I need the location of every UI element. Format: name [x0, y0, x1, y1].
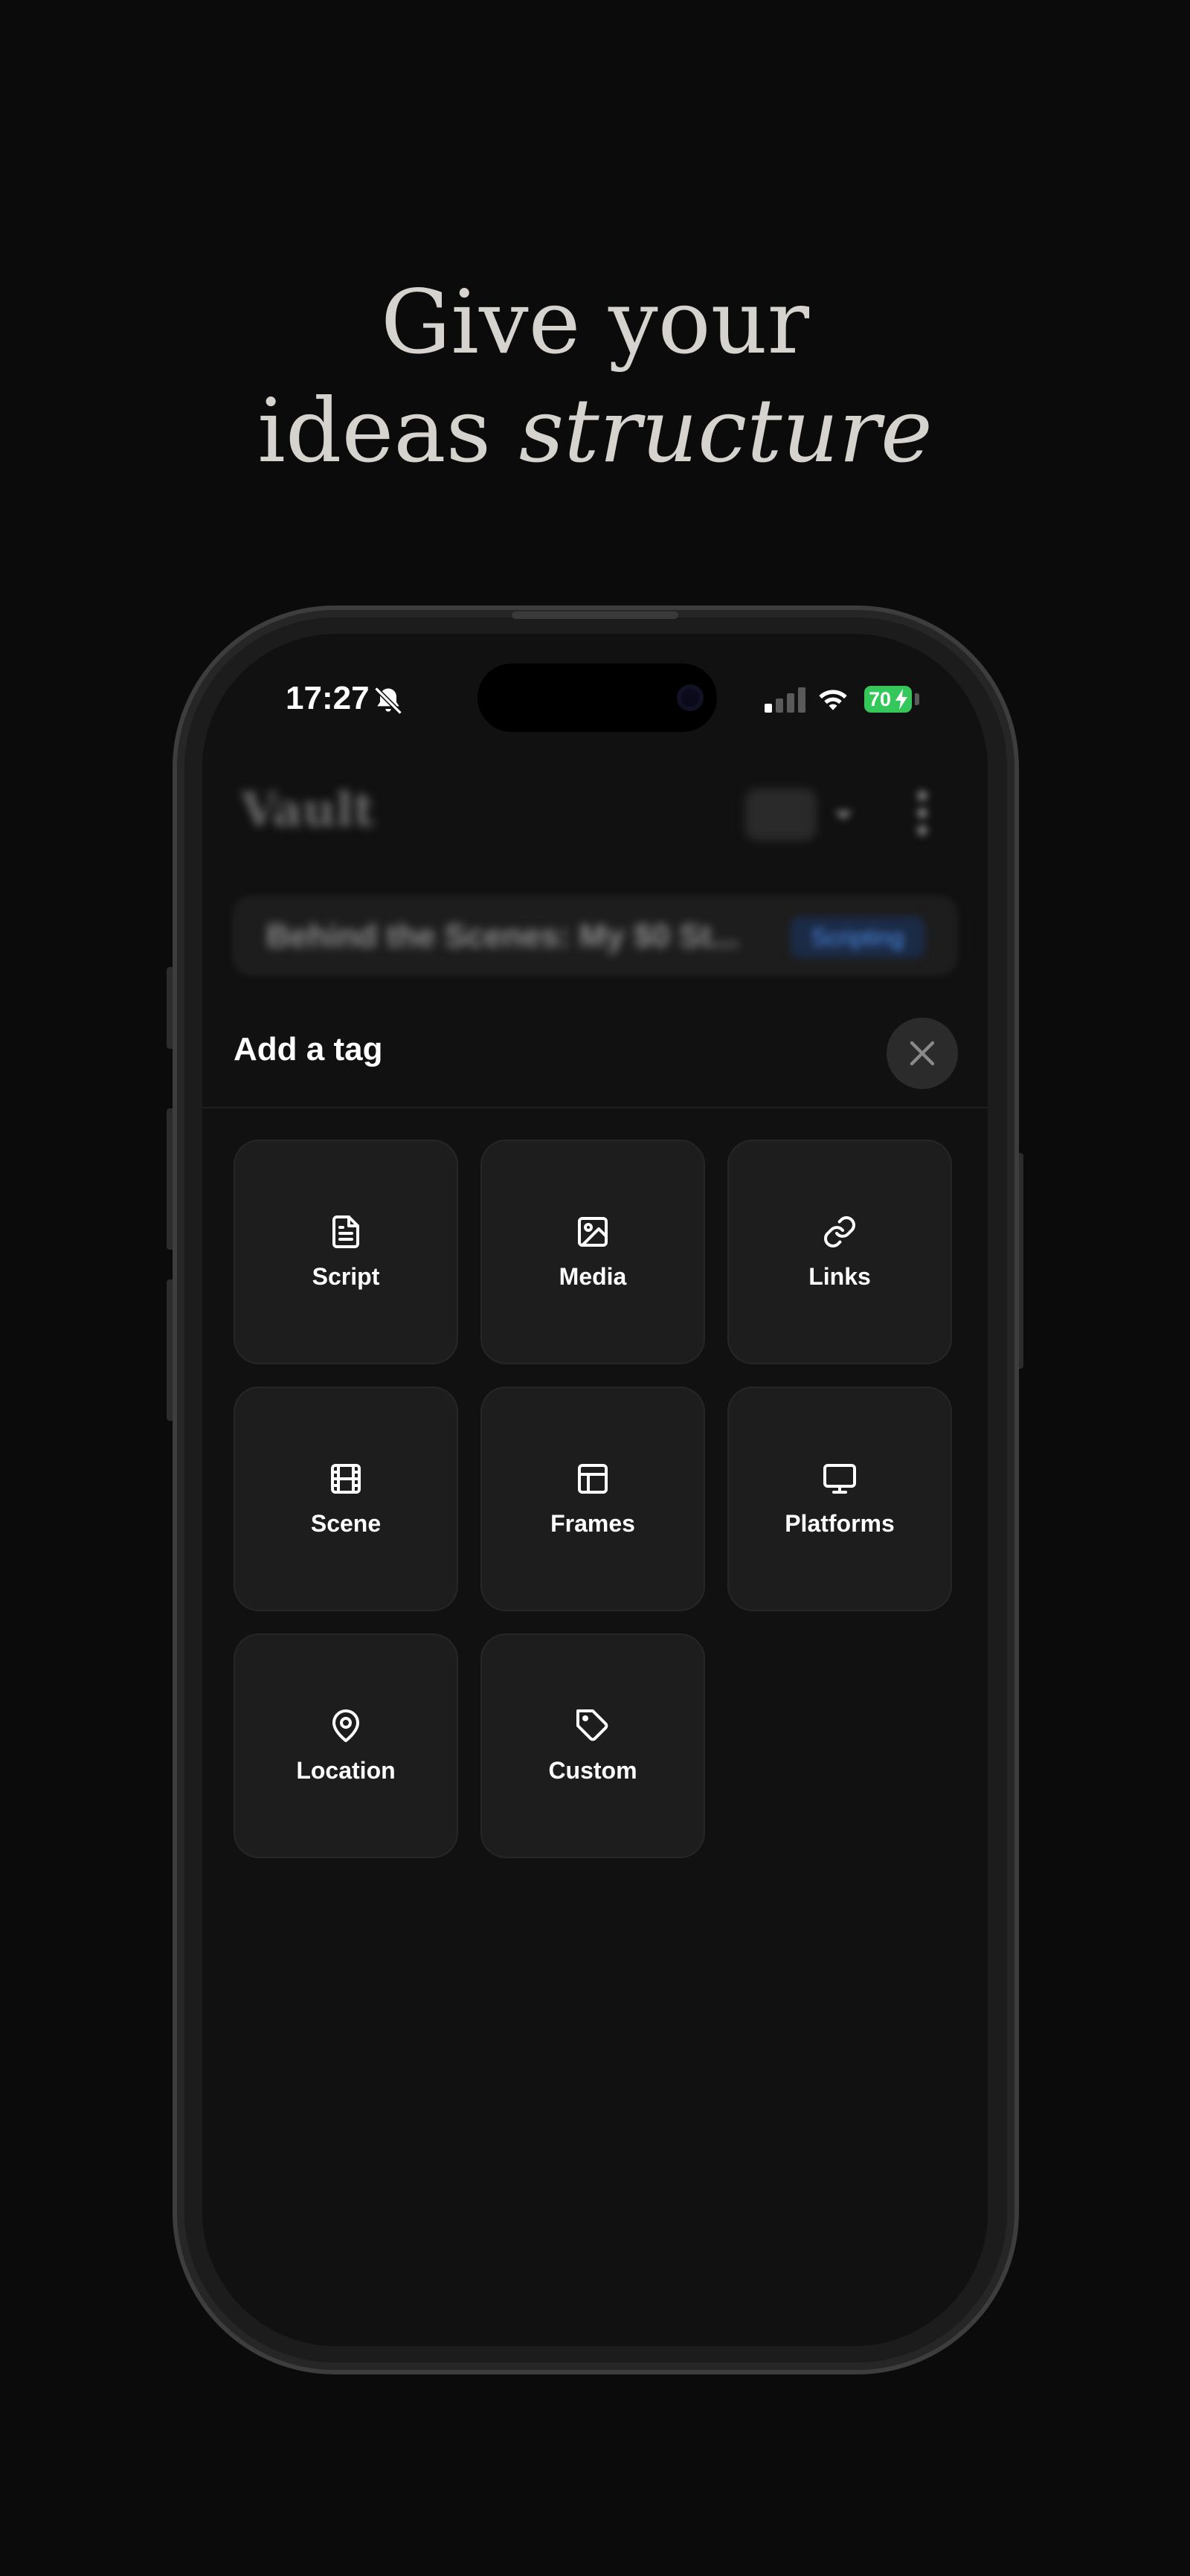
tag-option-location[interactable]: Location — [234, 1634, 458, 1858]
tag-option-label: Script — [312, 1263, 380, 1290]
image-icon — [578, 1217, 608, 1247]
tag-option-links[interactable]: Links — [727, 1140, 952, 1364]
dynamic-island — [477, 664, 717, 732]
tag-option-script[interactable]: Script — [234, 1140, 458, 1364]
tag-option-label: Media — [559, 1263, 627, 1290]
tag-option-label: Location — [296, 1757, 396, 1784]
wifi-icon — [819, 690, 847, 710]
camera-lens — [677, 684, 704, 711]
background-chevron-down-icon — [834, 811, 852, 820]
tag-option-label: Platforms — [785, 1510, 895, 1537]
close-button[interactable] — [887, 1018, 958, 1089]
tag-option-platforms[interactable]: Platforms — [727, 1387, 952, 1611]
headline-italic-text: structure — [518, 379, 933, 482]
headline-line-1: Give your — [380, 271, 810, 373]
marketing-headline: Give your ideas structure — [0, 268, 1190, 485]
headline-line-2: ideas structure — [0, 376, 1190, 485]
sheet-title: Add a tag — [234, 1031, 383, 1067]
add-tag-sheet: Add a tag Script Media Links Scene Frame… — [202, 998, 988, 2346]
tag-option-label: Custom — [548, 1757, 637, 1784]
monitor-icon — [823, 1464, 856, 1494]
background-more-icon — [917, 790, 927, 836]
background-app-title: Vault — [241, 783, 375, 837]
tag-option-label: Links — [808, 1263, 871, 1290]
cellular-signal-icon — [765, 687, 805, 713]
background-card-title: Behind the Scenes: My $0 St... — [266, 918, 739, 954]
layout-icon — [578, 1464, 608, 1494]
tag-option-media[interactable]: Media — [480, 1140, 705, 1364]
battery-cap — [915, 693, 919, 705]
status-time: 17:27 — [286, 680, 370, 716]
close-icon — [910, 1041, 935, 1066]
bell-muted-icon — [374, 687, 402, 715]
phone-screen: 17:27 70 Vault Behind the Scenes: My $0 … — [202, 634, 988, 2346]
file-text-icon — [332, 1215, 359, 1248]
tag-option-frames[interactable]: Frames — [480, 1387, 705, 1611]
phone-top-bar — [512, 611, 678, 619]
tag-option-custom[interactable]: Custom — [480, 1634, 705, 1858]
background-view-toggle — [745, 788, 817, 841]
tag-option-label: Frames — [550, 1510, 635, 1537]
tag-icon — [576, 1709, 608, 1741]
charging-bolt-icon — [895, 689, 907, 710]
headline-plain-text: ideas — [257, 379, 519, 482]
tag-option-scene[interactable]: Scene — [234, 1387, 458, 1611]
background-status-badge: Scripting — [790, 916, 925, 958]
map-pin-icon — [332, 1709, 359, 1742]
film-icon — [331, 1464, 361, 1494]
link-icon — [824, 1216, 855, 1247]
tag-option-label: Scene — [310, 1510, 382, 1537]
sheet-divider — [202, 1107, 988, 1108]
